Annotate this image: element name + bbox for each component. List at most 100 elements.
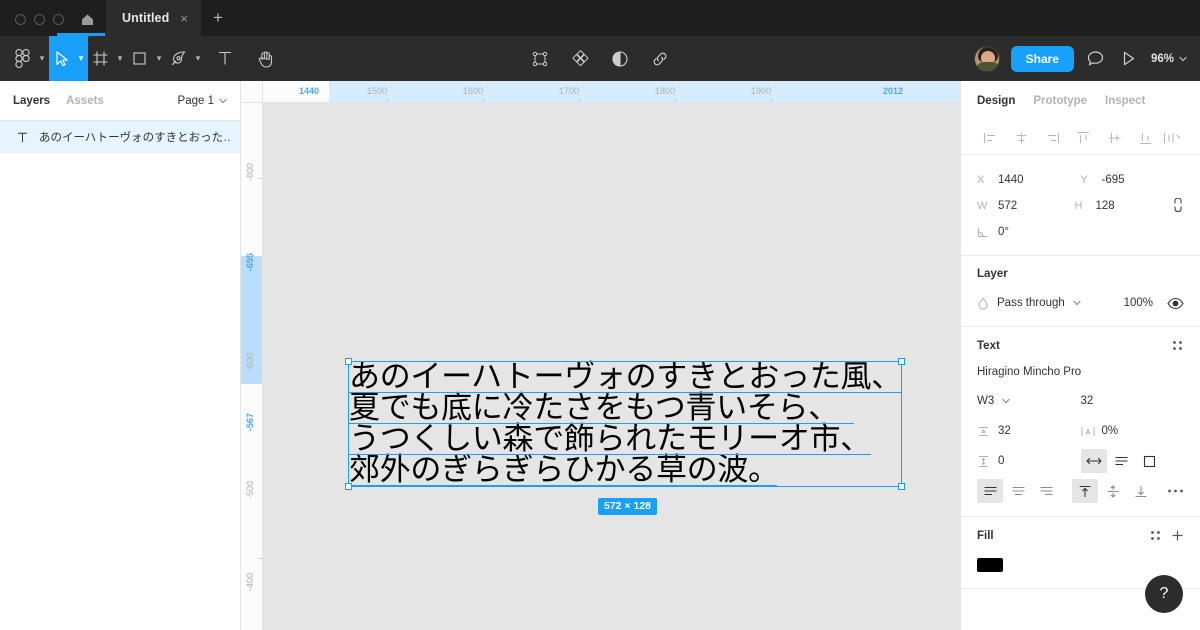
- font-size-field[interactable]: 32: [1081, 395, 1185, 407]
- opacity-value[interactable]: 100%: [1124, 297, 1153, 309]
- paragraph-spacing-icon: [977, 455, 990, 468]
- left-sidebar: Layers Assets Page 1 あのイーハトーヴォのすきとおった…: [0, 81, 241, 630]
- vertical-ruler[interactable]: -800 -695 -600 -567 -500 -400: [241, 81, 263, 630]
- resize-handle-top-right[interactable]: [898, 358, 905, 365]
- move-tool-button[interactable]: ▾: [49, 36, 88, 81]
- size-row: W 572 H 128: [977, 193, 1184, 219]
- resize-handle-bottom-right[interactable]: [898, 483, 905, 490]
- minimize-window-button[interactable]: [34, 14, 45, 25]
- ruler-tick: -400: [245, 573, 255, 591]
- align-top-icon[interactable]: [1068, 124, 1099, 152]
- fill-color-swatch[interactable]: [977, 558, 1003, 572]
- toolbar-right-group: Share 96%: [974, 36, 1200, 81]
- constrain-proportions-icon[interactable]: [1172, 198, 1184, 215]
- text-section: Text Hiragino Mincho Pro W3 32: [961, 327, 1200, 517]
- play-icon[interactable]: [1118, 36, 1140, 81]
- fill-section-title: Fill: [977, 529, 1184, 542]
- canvas-area[interactable]: あのイーハトーヴォのすきとおった風、 夏でも底に冷たさをもつ青いそら、 うつくし…: [241, 81, 960, 630]
- share-button[interactable]: Share: [1011, 46, 1074, 72]
- align-vertical-center-icon[interactable]: [1099, 124, 1130, 152]
- close-window-button[interactable]: [15, 14, 26, 25]
- pen-tool-button[interactable]: ▾: [166, 36, 205, 81]
- zoom-level-label: 96%: [1151, 53, 1174, 65]
- horizontal-ruler[interactable]: 1440 1500 1600 1700 1800 1900 2012: [241, 81, 960, 103]
- text-align-bottom-icon[interactable]: [1128, 479, 1154, 503]
- component-icon[interactable]: [527, 36, 553, 81]
- auto-width-icon[interactable]: [1081, 449, 1107, 473]
- frame-tool-button[interactable]: ▾: [88, 36, 127, 81]
- blend-mode-row: Pass through 100%: [977, 290, 1184, 316]
- avatar[interactable]: [974, 46, 1000, 72]
- line-height-icon: [977, 425, 990, 438]
- comment-icon[interactable]: [1085, 36, 1107, 81]
- text-align-horizontal-group: [977, 479, 1072, 503]
- canvas-surface[interactable]: あのイーハトーヴォのすきとおった風、 夏でも底に冷たさをもつ青いそら、 うつくし…: [263, 103, 960, 630]
- font-family-value[interactable]: Hiragino Mincho Pro: [977, 362, 1184, 386]
- tab-design[interactable]: Design: [977, 95, 1015, 107]
- resize-handle-top-left[interactable]: [345, 358, 352, 365]
- text-tool-button[interactable]: [205, 36, 245, 81]
- page-selector[interactable]: Page 1: [178, 95, 227, 107]
- letter-spacing-field[interactable]: 0%: [1081, 425, 1185, 438]
- figma-menu-button[interactable]: ▾: [10, 36, 49, 81]
- zoom-level-dropdown[interactable]: 96%: [1151, 53, 1187, 65]
- auto-height-icon[interactable]: [1109, 449, 1135, 473]
- text-t-icon: [205, 36, 245, 81]
- tab-layers[interactable]: Layers: [13, 95, 50, 107]
- chevron-down-icon: ▾: [74, 36, 88, 81]
- tab-prototype[interactable]: Prototype: [1033, 95, 1087, 107]
- resize-handle-bottom-left[interactable]: [345, 483, 352, 490]
- text-align-middle-icon[interactable]: [1100, 479, 1126, 503]
- text-align-row: [977, 476, 1184, 506]
- fill-settings-icon[interactable]: [1149, 529, 1162, 542]
- fill-row[interactable]: [977, 552, 1184, 578]
- rotation-field[interactable]: 0°: [977, 226, 1081, 238]
- tab-strip: Untitled × +: [106, 0, 235, 36]
- text-align-left-icon[interactable]: [977, 479, 1003, 503]
- cursor-icon: [49, 36, 74, 81]
- close-icon[interactable]: ×: [177, 10, 191, 27]
- align-horizontal-center-icon[interactable]: [1006, 124, 1037, 152]
- tab-untitled[interactable]: Untitled ×: [106, 0, 201, 36]
- position-row: X 1440 Y -695: [977, 167, 1184, 193]
- text-align-top-icon[interactable]: [1072, 479, 1098, 503]
- tab-assets[interactable]: Assets: [66, 95, 104, 107]
- y-field[interactable]: Y -695: [1081, 174, 1185, 186]
- align-left-icon[interactable]: [975, 124, 1006, 152]
- hand-tool-button[interactable]: [245, 36, 285, 81]
- paragraph-spacing-field[interactable]: 0: [977, 455, 1081, 468]
- chevron-down-icon: [219, 98, 227, 104]
- link-icon[interactable]: [647, 36, 673, 81]
- more-options-icon[interactable]: [1167, 488, 1184, 494]
- width-field[interactable]: W 572: [977, 200, 1075, 212]
- text-align-right-icon[interactable]: [1033, 479, 1059, 503]
- line-height-value: 32: [998, 425, 1011, 437]
- ruler-tick: 1500: [367, 86, 387, 96]
- help-button[interactable]: ?: [1145, 575, 1183, 613]
- figma-app-window: Untitled × + ▾: [0, 0, 1200, 630]
- diamond-grid-icon[interactable]: [567, 36, 593, 81]
- shape-tool-button[interactable]: ▾: [127, 36, 166, 81]
- plus-icon[interactable]: [1171, 529, 1184, 542]
- eye-icon[interactable]: [1167, 297, 1184, 310]
- text-settings-icon[interactable]: [1171, 339, 1184, 352]
- tab-inspect[interactable]: Inspect: [1105, 95, 1145, 107]
- letter-spacing-icon: [1081, 425, 1094, 438]
- distribute-icon[interactable]: [1161, 124, 1186, 152]
- ruler-tick: -800: [245, 163, 255, 181]
- align-bottom-icon[interactable]: [1130, 124, 1161, 152]
- text-align-center-icon[interactable]: [1005, 479, 1031, 503]
- align-right-icon[interactable]: [1037, 124, 1068, 152]
- line-height-field[interactable]: 32: [977, 425, 1081, 438]
- right-sidebar: Design Prototype Inspect: [960, 81, 1200, 630]
- new-tab-button[interactable]: +: [201, 0, 235, 36]
- maximize-window-button[interactable]: [53, 14, 64, 25]
- height-field[interactable]: H 128: [1075, 200, 1173, 212]
- ruler-corner: [241, 81, 263, 103]
- fixed-size-icon[interactable]: [1137, 449, 1163, 473]
- font-weight-field[interactable]: W3: [977, 395, 1081, 407]
- x-field[interactable]: X 1440: [977, 174, 1081, 186]
- list-item[interactable]: あのイーハトーヴォのすきとおった…: [0, 121, 240, 153]
- half-circle-icon[interactable]: [607, 36, 633, 81]
- blend-mode-value[interactable]: Pass through: [997, 297, 1065, 309]
